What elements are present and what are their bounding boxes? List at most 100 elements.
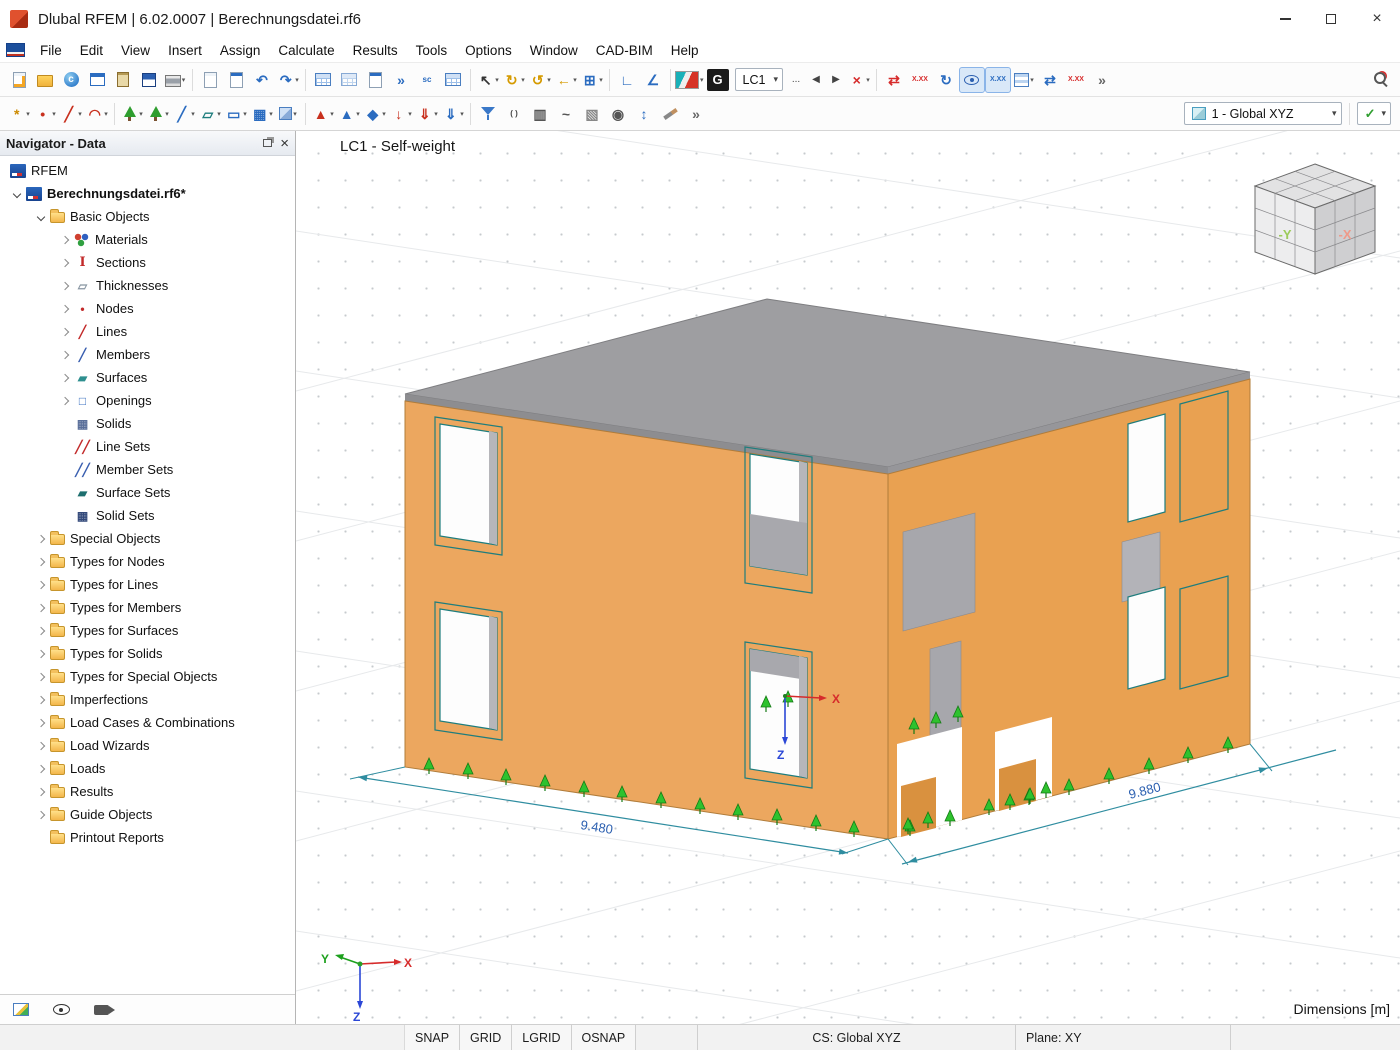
tree-item[interactable]: ╱╱ Line Sets [0, 435, 295, 458]
menu-options[interactable]: Options [456, 38, 521, 63]
dlubal-center-button[interactable]: c [58, 67, 84, 93]
control-panel-button[interactable]: ▾ [1011, 67, 1037, 93]
maximize-button[interactable] [1308, 0, 1354, 38]
grid-settings-button[interactable]: ∠ [640, 67, 666, 93]
navigator-display-tab[interactable] [6, 998, 36, 1022]
grid-toggle[interactable]: GRID [460, 1025, 513, 1050]
osnap-toggle[interactable]: OSNAP [571, 1025, 637, 1050]
previous-view-button[interactable]: ← ▾ [553, 67, 579, 93]
show-values-toggle[interactable] [958, 66, 985, 93]
tree-item[interactable]: Types for Nodes [0, 550, 295, 573]
toolbar2-overflow-button[interactable]: » [683, 101, 709, 127]
close-panel-icon[interactable]: × [280, 136, 289, 151]
tree-item[interactable]: Types for Lines [0, 573, 295, 596]
rendering-color-button[interactable]: ▾ [675, 67, 704, 93]
new-node-button[interactable]: • ▾ [32, 101, 58, 127]
previous-load-case-button[interactable]: ◀ [806, 67, 826, 93]
workplane-button[interactable]: ∟ [614, 67, 640, 93]
tree-item[interactable]: Materials [0, 228, 295, 251]
next-load-case-button[interactable]: ▶ [826, 67, 846, 93]
solver-button[interactable]: sc [414, 67, 440, 93]
snapshot-button[interactable]: ◉ [605, 101, 631, 127]
status-coordinate-system[interactable]: CS: Global XYZ [697, 1025, 1015, 1050]
undo-button[interactable]: ↶ [249, 67, 275, 93]
new-table-button[interactable] [197, 67, 223, 93]
tree-item[interactable]: Types for Members [0, 596, 295, 619]
visual-style-button[interactable]: ▧ [579, 101, 605, 127]
tree-item[interactable]: ▰ Surfaces [0, 366, 295, 389]
self-weight-toggle[interactable]: G [706, 68, 729, 91]
move-copy-button[interactable]: ⇄ [881, 67, 907, 93]
tree-item[interactable]: Types for Solids [0, 642, 295, 665]
tree-item[interactable]: Special Objects [0, 527, 295, 550]
open-model-button[interactable] [32, 67, 58, 93]
tree-item[interactable]: Guide Objects [0, 803, 295, 826]
menu-results[interactable]: Results [344, 38, 407, 63]
tree-item[interactable]: I Sections [0, 251, 295, 274]
nodal-load-button[interactable]: ↓ ▾ [388, 101, 414, 127]
result-diagrams-button[interactable]: ⇄ [1037, 67, 1063, 93]
redo-button[interactable]: ↷ ▾ [275, 67, 301, 93]
table-view-button[interactable] [440, 67, 466, 93]
tree-item[interactable]: Basic Objects [0, 205, 295, 228]
snap-toggle[interactable]: SNAP [405, 1025, 461, 1050]
new-surface-button[interactable]: ▱ ▾ [197, 101, 223, 127]
clipping-planes-button[interactable]: ( ) [501, 101, 527, 127]
tree-item[interactable]: Types for Special Objects [0, 665, 295, 688]
section-button[interactable]: ▥ [527, 101, 553, 127]
edit-tool-button[interactable]: * ▾ [6, 101, 32, 127]
minimize-button[interactable] [1262, 0, 1308, 38]
close-button[interactable]: × [1354, 0, 1400, 38]
printout-report-button[interactable] [362, 67, 388, 93]
isometric-view-button[interactable]: ⊞ ▾ [579, 67, 605, 93]
rotate-view-button[interactable]: ↻ ▾ [501, 67, 527, 93]
tree-item[interactable]: Printout Reports [0, 826, 295, 849]
tree-item[interactable]: ╱ Members [0, 343, 295, 366]
new-member-button[interactable]: ╱ ▾ [171, 101, 197, 127]
new-block-button[interactable]: ▾ [275, 101, 301, 127]
tree-item[interactable]: ╱╱ Member Sets [0, 458, 295, 481]
nodal-support-button[interactable]: ▲ ▾ [310, 101, 336, 127]
menu-edit[interactable]: Edit [71, 38, 112, 63]
tree-item[interactable]: Types for Surfaces [0, 619, 295, 642]
float-panel-icon[interactable] [263, 139, 273, 147]
tree-item[interactable]: • Nodes [0, 297, 295, 320]
rfem-file-icon[interactable] [6, 43, 25, 57]
select-objects-button[interactable]: ↖ ▾ [475, 67, 501, 93]
surface-load-button[interactable]: ⇓ ▾ [440, 101, 466, 127]
result-values-button[interactable]: X.XX [907, 67, 933, 93]
export-tables-button[interactable]: » [388, 67, 414, 93]
tree-item[interactable]: Results [0, 780, 295, 803]
view-cube[interactable]: -Y -X [1253, 163, 1377, 275]
save-button[interactable] [136, 67, 162, 93]
new-arc-button[interactable]: ◠ ▾ [84, 101, 110, 127]
print-button[interactable]: ▾ [162, 67, 188, 93]
tree-item[interactable]: RFEM [0, 159, 295, 182]
menu-window[interactable]: Window [521, 38, 587, 63]
tree-item[interactable]: □ Openings [0, 389, 295, 412]
tree-item[interactable]: ▰ Surface Sets [0, 481, 295, 504]
tree-item[interactable]: ╱ Lines [0, 320, 295, 343]
tree-item[interactable]: ▦ Solids [0, 412, 295, 435]
line-load-button[interactable]: ⇓ ▾ [414, 101, 440, 127]
menu-insert[interactable]: Insert [159, 38, 211, 63]
tree-item[interactable]: Imperfections [0, 688, 295, 711]
menu-help[interactable]: Help [662, 38, 708, 63]
line-support-button[interactable]: ▲ ▾ [336, 101, 362, 127]
model-generator-button[interactable]: ▾ [119, 101, 145, 127]
navigator-visibility-tab[interactable] [46, 998, 76, 1022]
report-button[interactable] [223, 67, 249, 93]
load-case-combo[interactable]: LC1 ▾ [734, 68, 783, 91]
structure-generator-button[interactable]: ▾ [145, 101, 171, 127]
render-mode-button[interactable] [657, 101, 683, 127]
cancel-search-button[interactable] [1368, 67, 1394, 93]
menu-view[interactable]: View [112, 38, 159, 63]
menu-cad-bim[interactable]: CAD-BIM [587, 38, 662, 63]
viewport-3d[interactable]: 9.480 9.880 X Z X Y Z -Y -X LC1 - Self-w… [296, 131, 1400, 1024]
display-tables-button[interactable] [310, 67, 336, 93]
menu-tools[interactable]: Tools [407, 38, 457, 63]
new-line-button[interactable]: ╱ ▾ [58, 101, 84, 127]
navigator-views-tab[interactable] [86, 998, 116, 1022]
tree-item[interactable]: ▦ Solid Sets [0, 504, 295, 527]
new-solid-button[interactable]: ▦ ▾ [249, 101, 275, 127]
